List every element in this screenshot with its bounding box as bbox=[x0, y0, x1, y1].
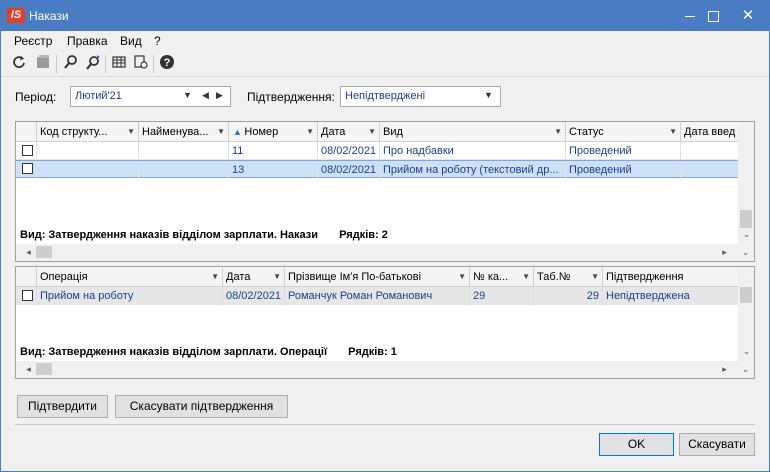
confirm-filter-value: Непідтверджені bbox=[345, 90, 426, 102]
operations-grid-footer: Вид: Затвердження наказів відділом зарпл… bbox=[20, 346, 397, 358]
row-checkbox[interactable] bbox=[22, 290, 33, 301]
col-number[interactable]: ▲ Номер ▼ bbox=[229, 122, 318, 142]
scroll-thumb[interactable] bbox=[740, 210, 752, 228]
table-icon[interactable] bbox=[109, 54, 129, 74]
table-row[interactable]: 11 08/02/2021 Про надбавки Проведений bbox=[16, 142, 738, 160]
operations-hscroll[interactable]: ◂ ▸ ⌄ bbox=[16, 361, 754, 378]
app-logo-icon: IS bbox=[7, 8, 25, 23]
col-card[interactable]: № ка... ▼ bbox=[470, 267, 534, 287]
maximize-button[interactable] bbox=[699, 1, 727, 31]
chevron-left-icon[interactable]: ◂ bbox=[20, 247, 37, 258]
chevron-right-icon[interactable]: ▶ bbox=[216, 90, 223, 101]
cancel-confirmation-button[interactable]: Скасувати підтвердження bbox=[115, 395, 288, 418]
table-row-selected[interactable]: 13 08/02/2021 Прийом на роботу (текстови… bbox=[16, 160, 738, 179]
chevron-down-icon[interactable]: ⌄ bbox=[738, 346, 754, 357]
orders-grid: Код структу... ▼ Найменува... ▼ ▲ Номер ▼ Д… bbox=[15, 121, 755, 262]
orders-hscroll[interactable]: ◂ ▸ ⌄ bbox=[16, 244, 754, 261]
chevron-down-icon[interactable]: ▼ bbox=[484, 90, 493, 100]
chevron-left-icon[interactable]: ◂ bbox=[20, 364, 37, 375]
main-window: IS Накази ✕ Реєстр Правка Вид ? ? Період… bbox=[0, 0, 770, 472]
confirm-button[interactable]: Підтвердити bbox=[17, 395, 108, 418]
help-icon[interactable]: ? bbox=[157, 54, 177, 74]
divider bbox=[15, 424, 755, 425]
menu-view[interactable]: Вид bbox=[120, 34, 142, 48]
operations-grid: Операція ▼ Дата ▼ Прізвище Ім'я По-батьков… bbox=[15, 266, 755, 379]
close-button[interactable]: ✕ bbox=[727, 1, 769, 31]
orders-grid-footer: Вид: Затвердження наказів відділом зарпл… bbox=[20, 229, 388, 241]
print-preview-icon[interactable] bbox=[131, 54, 151, 74]
menu-bar: Реєстр Правка Вид ? bbox=[1, 31, 769, 51]
title-bar: IS Накази ✕ bbox=[1, 1, 769, 31]
stop-icon[interactable] bbox=[33, 54, 53, 74]
col-type[interactable]: Вид ▼ bbox=[380, 122, 566, 142]
chevron-right-icon[interactable]: ▸ bbox=[716, 247, 733, 258]
period-combo[interactable]: Лютий'21 ▼ ◀ ▶ bbox=[70, 86, 231, 107]
chevron-right-icon[interactable]: ▸ bbox=[716, 364, 733, 375]
chevron-down-icon[interactable]: ⌄ bbox=[737, 364, 754, 375]
svg-text:?: ? bbox=[164, 57, 171, 69]
period-value: Лютий'21 bbox=[75, 90, 122, 102]
scroll-thumb[interactable] bbox=[740, 287, 752, 303]
chevron-down-icon[interactable]: ⌄ bbox=[737, 247, 754, 258]
col-entry-date[interactable]: Дата введ bbox=[681, 122, 738, 142]
col-name[interactable]: Найменува... ▼ bbox=[139, 122, 229, 142]
col-date[interactable]: Дата ▼ bbox=[318, 122, 380, 142]
chevron-down-icon[interactable]: ▼ bbox=[183, 90, 192, 100]
scroll-thumb[interactable] bbox=[36, 246, 52, 258]
search-icon[interactable] bbox=[61, 54, 81, 74]
col-operation[interactable]: Операція ▼ bbox=[37, 267, 223, 287]
menu-edit[interactable]: Правка bbox=[67, 34, 108, 48]
close-icon: ✕ bbox=[741, 7, 755, 24]
search-next-icon[interactable] bbox=[83, 54, 103, 74]
chevron-left-icon[interactable]: ◀ bbox=[202, 90, 209, 101]
row-checkbox[interactable] bbox=[22, 145, 33, 156]
window-title: Накази bbox=[29, 9, 69, 23]
ok-button[interactable]: OK bbox=[599, 433, 674, 456]
period-label: Період: bbox=[15, 90, 57, 104]
col-tab[interactable]: Таб.№ ▼ bbox=[534, 267, 603, 287]
col-op-date[interactable]: Дата ▼ bbox=[223, 267, 285, 287]
sort-asc-icon: ▲ bbox=[233, 127, 245, 137]
col-confirmation[interactable]: Підтвердження bbox=[603, 267, 738, 287]
orders-grid-header: Код структу... ▼ Найменува... ▼ ▲ Номер ▼ Д… bbox=[16, 122, 738, 142]
cancel-button[interactable]: Скасувати bbox=[679, 433, 755, 456]
row-checkbox[interactable] bbox=[22, 163, 33, 174]
scroll-thumb[interactable] bbox=[36, 363, 52, 375]
operations-vscroll[interactable]: ⌄ bbox=[738, 267, 754, 361]
menu-registry[interactable]: Реєстр bbox=[14, 34, 52, 48]
orders-vscroll[interactable]: ⌄ bbox=[738, 122, 754, 244]
confirm-filter-combo[interactable]: Непідтверджені ▼ bbox=[340, 86, 501, 107]
operations-grid-header: Операція ▼ Дата ▼ Прізвище Ім'я По-батьков… bbox=[16, 267, 738, 287]
col-status[interactable]: Статус ▼ bbox=[566, 122, 681, 142]
col-person[interactable]: Прізвище Ім'я По-батькові ▼ bbox=[285, 267, 470, 287]
refresh-icon[interactable] bbox=[9, 54, 29, 74]
col-code[interactable]: Код структу... ▼ bbox=[37, 122, 139, 142]
menu-help[interactable]: ? bbox=[154, 34, 161, 48]
confirm-filter-label: Підтвердження: bbox=[247, 90, 335, 104]
table-row[interactable]: Прийом на роботу 08/02/2021 Романчук Ром… bbox=[16, 287, 738, 305]
chevron-down-icon[interactable]: ⌄ bbox=[738, 229, 754, 240]
toolbar: ? bbox=[1, 51, 769, 77]
